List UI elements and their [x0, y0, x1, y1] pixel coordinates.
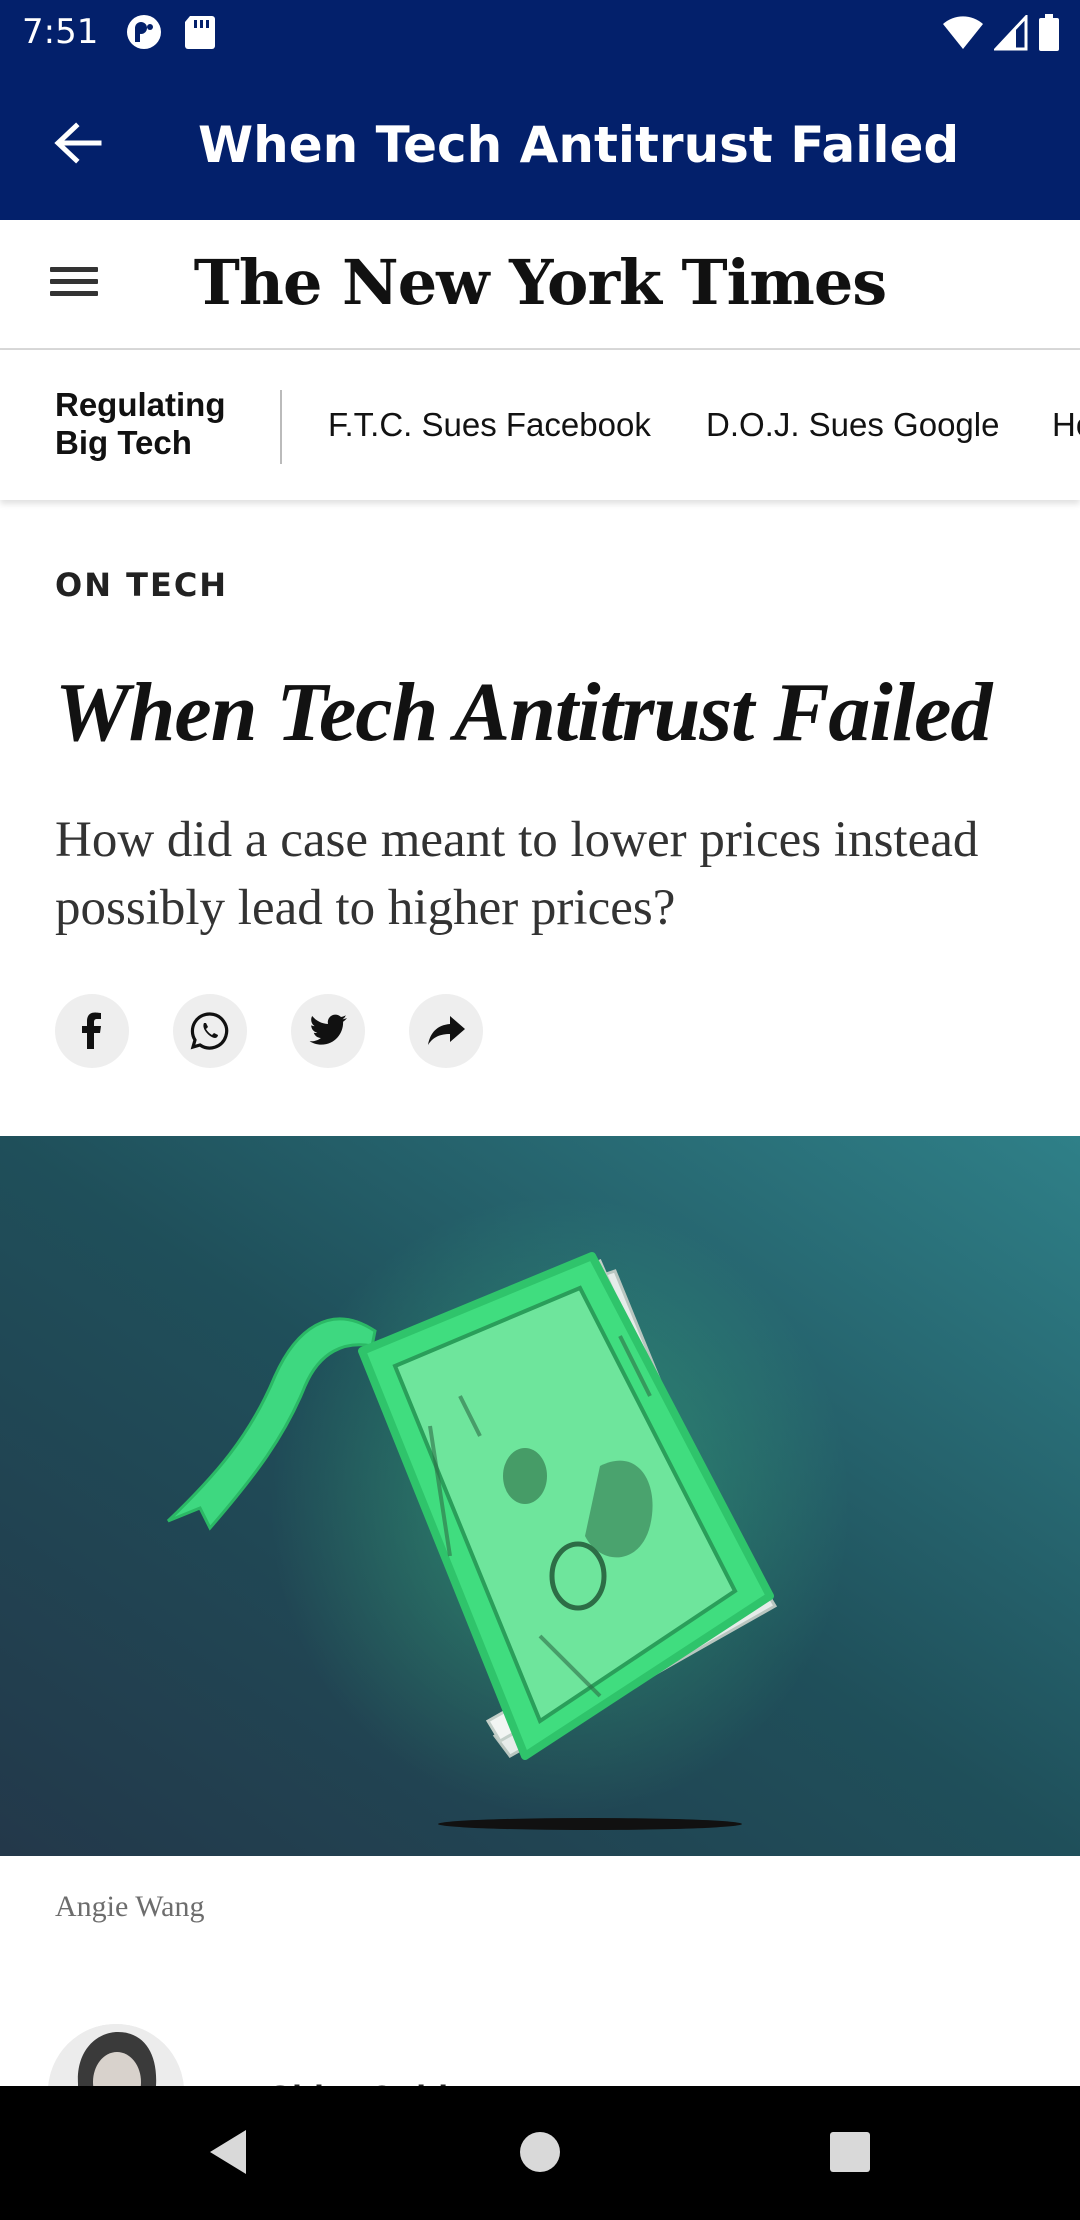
back-arrow-icon	[54, 122, 102, 164]
app-notification-icon	[124, 12, 164, 57]
whatsapp-share-button[interactable]	[173, 994, 247, 1068]
twitter-icon	[309, 1014, 347, 1045]
nav-back-icon	[210, 2130, 246, 2174]
status-icons-left	[124, 12, 218, 57]
twitter-share-button[interactable]	[291, 994, 365, 1068]
section-nav: Regulating Big Tech F.T.C. Sues Facebook…	[0, 350, 1080, 500]
article-kicker[interactable]: ON TECH	[55, 566, 228, 604]
app-bar: When Tech Antitrust Failed	[0, 66, 1080, 220]
status-time: 7:51	[22, 12, 99, 52]
nav-recents-icon	[830, 2132, 870, 2172]
byline-section: By Shira Ovide	[0, 2010, 1080, 2086]
article-headline: When Tech Antitrust Failed	[55, 666, 992, 759]
whatsapp-icon	[190, 1012, 229, 1050]
sd-card-icon	[182, 12, 218, 57]
section-divider	[280, 390, 282, 464]
battery-icon	[1038, 14, 1060, 57]
author-avatar[interactable]	[48, 2024, 184, 2086]
cell-signal-icon	[992, 13, 1028, 56]
nav-back-button[interactable]	[196, 2120, 260, 2184]
facebook-icon	[82, 1012, 101, 1049]
back-button[interactable]	[44, 110, 110, 176]
section-title-line2: Big Tech	[55, 424, 192, 461]
status-bar: 7:51	[0, 0, 1080, 66]
image-caption: Angie Wang	[55, 1890, 205, 1923]
nyt-header: The New York Times	[0, 220, 1080, 350]
system-nav-bar	[0, 2086, 1080, 2220]
facebook-share-button[interactable]	[55, 994, 129, 1068]
more-share-button[interactable]	[409, 994, 483, 1068]
nav-recents-button[interactable]	[818, 2120, 882, 2184]
app-bar-title: When Tech Antitrust Failed	[198, 116, 960, 174]
section-title-line1: Regulating	[55, 386, 226, 423]
nav-home-icon	[520, 2132, 560, 2172]
article-summary: How did a case meant to lower prices ins…	[55, 812, 979, 936]
nav-link-ftc-facebook[interactable]: F.T.C. Sues Facebook	[328, 406, 651, 444]
share-row	[55, 994, 483, 1068]
nav-home-button[interactable]	[508, 2120, 572, 2184]
status-icons-right	[942, 13, 1060, 57]
article-hero-image[interactable]	[0, 1136, 1080, 1856]
author-byline[interactable]: By Shira Ovide	[212, 2078, 468, 2086]
nav-link-doj-google[interactable]: D.O.J. Sues Google	[706, 406, 999, 444]
share-icon	[428, 1016, 465, 1045]
wifi-icon	[942, 15, 984, 56]
nav-link-truncated[interactable]: Ho	[1052, 406, 1080, 444]
masthead-logo[interactable]: The New York Times	[0, 246, 1080, 319]
section-title[interactable]: Regulating Big Tech	[55, 386, 226, 462]
